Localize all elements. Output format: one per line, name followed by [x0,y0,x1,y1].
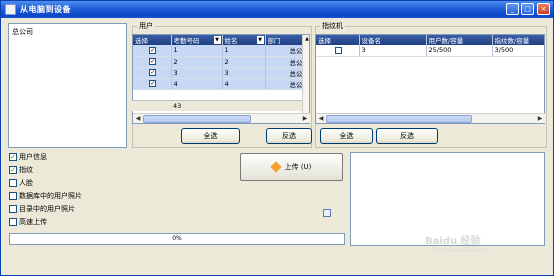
devices-group-label: 指纹机 [320,22,345,31]
row-checkbox[interactable] [334,46,342,54]
title-bar[interactable]: 从电脑到设备 _ □ × [1,1,553,18]
window-title: 从电脑到设备 [20,5,71,14]
scroll-up-icon[interactable]: ▲ [303,35,309,43]
watermark-logo: Baidu 经验 [425,236,481,247]
users-invert-button[interactable]: 反选 [266,128,312,144]
row-checkbox[interactable]: ✓ [149,58,157,65]
col-select[interactable]: 选择 [133,35,172,45]
scroll-right-icon[interactable]: ▶ [535,114,545,124]
browse-folder-icon[interactable] [323,209,331,217]
users-count: 43 [173,102,182,110]
col-select[interactable]: 选择 [316,35,360,45]
upload-to-device-window: 从电脑到设备 _ □ × 总公司 用户 选择 考勤号码 ▼ 姓名 ▼ 部门 ✓ 1 … [0,0,554,276]
devices-grid[interactable]: 选择 设备名 用户数/容量 指纹数/容量 3 25/500 3/500 [315,34,545,124]
scroll-right-icon[interactable]: ▶ [300,114,310,124]
option-fast-upload[interactable]: 高速上传 [9,217,47,227]
option-face[interactable]: 人脸 [9,178,33,188]
table-row[interactable]: ✓ 1 1 总公 [133,45,305,57]
scroll-left-icon[interactable]: ◀ [316,114,326,124]
col-fingerprint-capacity[interactable]: 指纹数/容量 [492,35,544,45]
col-user-capacity[interactable]: 用户数/容量 [426,35,493,45]
watermark-url: jingyan.baidu.com [433,247,489,254]
checkbox[interactable] [9,205,17,213]
row-checkbox[interactable]: ✓ [149,46,157,54]
users-group-label: 用户 [137,22,155,31]
checkbox[interactable]: ✓ [9,166,17,174]
upload-icon [269,161,282,173]
progress-text: 0% [172,235,182,242]
option-user-info[interactable]: ✓ 用户信息 [9,152,47,162]
table-row[interactable]: 3 25/500 3/500 [316,45,544,57]
checkbox[interactable] [9,192,17,200]
table-row[interactable]: ✓ 2 2 总公 [133,56,305,68]
row-checkbox[interactable]: ✓ [149,69,157,76]
checkbox[interactable]: ✓ [9,153,17,161]
users-count-bar: 43 [132,100,302,111]
minimize-button[interactable]: _ [506,3,519,15]
col-employee-id[interactable]: 考勤号码 ▼ [171,35,223,45]
devices-select-all-button[interactable]: 全选 [320,128,373,144]
option-dir-user-photos[interactable]: 目录中的用户照片 [9,204,75,214]
checkbox[interactable] [9,179,17,187]
scroll-left-icon[interactable]: ◀ [133,114,143,124]
row-checkbox[interactable]: ✓ [149,80,157,87]
company-tree[interactable]: 总公司 [8,23,127,148]
devices-invert-button[interactable]: 反选 [376,128,438,144]
users-hscroll[interactable]: ◀ ▶ [133,113,310,123]
upload-button[interactable]: 上传 (U) [240,153,343,181]
table-row[interactable]: ✓ 3 3 总公 [133,67,305,79]
col-department[interactable]: 部门 [265,35,305,45]
table-row[interactable]: ✓ 4 4 总公 [133,78,305,90]
col-device-name[interactable]: 设备名 [359,35,427,45]
checkbox[interactable] [9,218,17,226]
option-fingerprint[interactable]: ✓ 指纹 [9,165,33,175]
devices-hscroll[interactable]: ◀ ▶ [316,113,545,123]
close-button[interactable]: × [537,3,550,15]
users-select-all-button[interactable]: 全选 [181,128,240,144]
col-name[interactable]: 姓名 ▼ [222,35,266,45]
maximize-button[interactable]: □ [521,3,534,15]
option-db-user-photos[interactable]: 数据库中的用户照片 [9,191,82,201]
app-icon [5,4,16,15]
scroll-thumb[interactable] [143,115,251,123]
scroll-thumb[interactable] [326,115,472,123]
progress-bar: 0% [9,233,345,245]
users-vscroll[interactable]: ▲ ▼ [302,35,309,123]
tree-root[interactable]: 总公司 [12,27,33,37]
